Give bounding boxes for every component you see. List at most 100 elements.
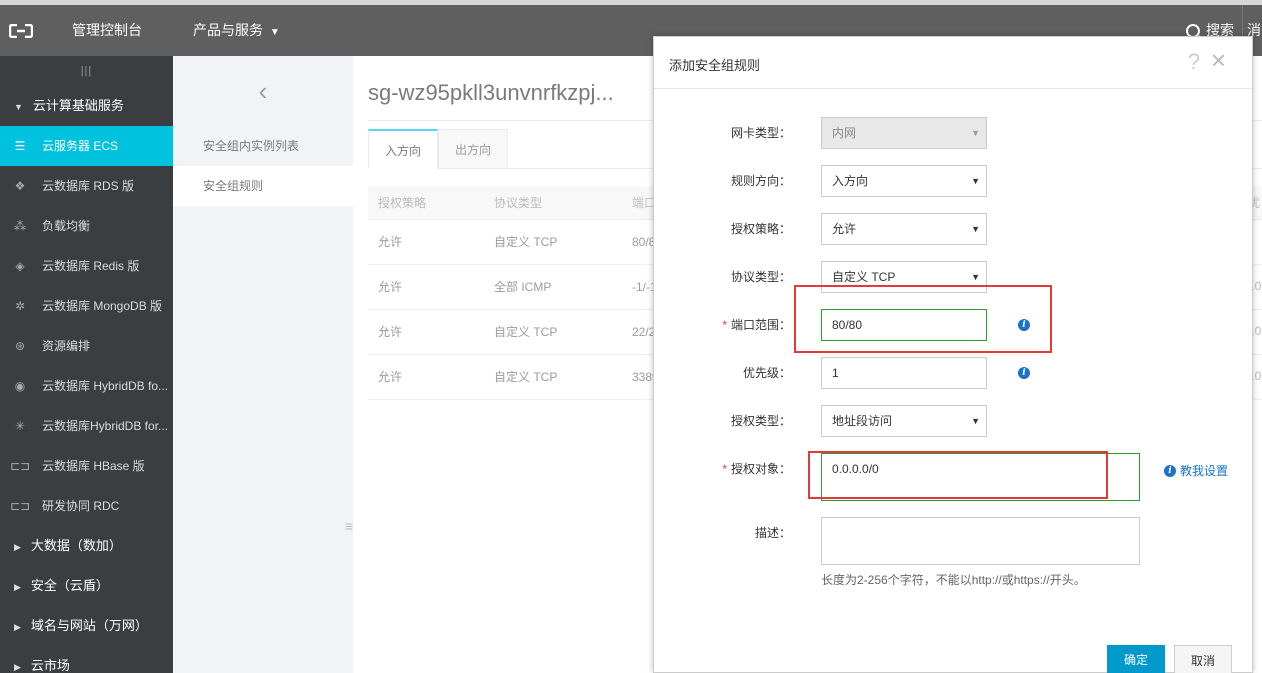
- sidebar-item-hybriddb-1[interactable]: ◉ 云数据库 HybridDB fo...: [0, 366, 173, 406]
- direction-select[interactable]: 入方向 ▼: [821, 165, 987, 197]
- add-rule-dialog: 添加安全组规则 ? × 网卡类型： 内网 ▼ 规则方向： 入方向 ▼ 授权策略：…: [653, 36, 1253, 673]
- dialog-title: 添加安全组规则: [669, 58, 761, 73]
- sidebar-item-label: 云服务器 ECS: [42, 139, 119, 153]
- eye-icon: ◉: [14, 379, 26, 393]
- sidebar-item-rds[interactable]: ❖ 云数据库 RDS 版: [0, 166, 173, 206]
- products-menu[interactable]: 产品与服务 ▼: [193, 5, 280, 56]
- console-link[interactable]: 管理控制台: [72, 5, 142, 56]
- sidebar-group-cloud-basic[interactable]: ▼ 云计算基础服务: [0, 86, 173, 126]
- sidebar-group-bigdata[interactable]: ▶ 大数据（数加）: [0, 526, 173, 566]
- field-label-text: 授权对象：: [730, 462, 791, 476]
- sidebar-group-market[interactable]: ▶ 云市场: [0, 646, 173, 673]
- mongodb-icon: ✲: [14, 299, 26, 313]
- sidebar-item-label: 云数据库 RDS 版: [42, 179, 135, 193]
- sidebar-item-slb[interactable]: ⁂ 负载均衡: [0, 206, 173, 246]
- teach-me-label: 教我设置: [1180, 464, 1229, 478]
- help-icon[interactable]: ?: [1188, 49, 1200, 75]
- info-icon[interactable]: i: [1018, 367, 1030, 379]
- form-row-nic: 网卡类型： 内网 ▼: [654, 117, 1254, 149]
- nic-type-select: 内网 ▼: [821, 117, 987, 149]
- select-value: 自定义 TCP: [832, 270, 896, 284]
- orchestration-icon: ⊛: [14, 339, 26, 353]
- select-value: 允许: [832, 222, 857, 236]
- form-row-policy: 授权策略： 允许 ▼: [654, 213, 1254, 245]
- field-label: 授权策略：: [730, 222, 791, 236]
- sidebar-item-label: 云数据库HybridDB for...: [42, 419, 169, 433]
- sidebar-group-label: 域名与网站（万网）: [30, 618, 148, 633]
- sidebar-item-mongodb[interactable]: ✲ 云数据库 MongoDB 版: [0, 286, 173, 326]
- caret-down-icon: ▼: [14, 102, 23, 112]
- sidebar-item-label: 资源编排: [42, 339, 91, 353]
- sidebar-item-hbase[interactable]: ⊏⊐ 云数据库 HBase 版: [0, 446, 173, 486]
- policy-select[interactable]: 允许 ▼: [821, 213, 987, 245]
- sidebar-group-label: 云市场: [30, 658, 70, 673]
- sidebar-group-label: 云计算基础服务: [32, 98, 124, 113]
- dialog-header: 添加安全组规则 ? ×: [654, 37, 1252, 89]
- form-row-priority: 优先级： 1 i: [654, 357, 1254, 389]
- select-value: 入方向: [832, 174, 869, 188]
- field-label: 规则方向：: [730, 174, 791, 188]
- info-icon: i: [1164, 464, 1176, 477]
- description-textarea[interactable]: [821, 517, 1140, 565]
- confirm-button[interactable]: 确定: [1107, 645, 1165, 673]
- caret-down-icon: ▼: [971, 224, 980, 234]
- sidebar-item-label: 研发协同 RDC: [42, 499, 120, 513]
- caret-down-icon: ▼: [971, 176, 980, 186]
- field-label: 描述：: [754, 526, 791, 540]
- sidebar-item-label: 云数据库 HBase 版: [42, 459, 145, 473]
- required-mark: *: [722, 318, 727, 332]
- select-value: 内网: [832, 126, 857, 140]
- priority-input[interactable]: 1: [821, 357, 987, 389]
- redis-icon: ◈: [15, 259, 25, 273]
- sidebar-item-ros[interactable]: ⊛ 资源编排: [0, 326, 173, 366]
- sidebar-group-security[interactable]: ▶ 安全（云盾）: [0, 566, 173, 606]
- sidebar-item-label: 云数据库 HybridDB fo...: [42, 379, 169, 393]
- caret-right-icon: ▶: [14, 542, 21, 552]
- teach-me-link[interactable]: i 教我设置: [1164, 462, 1228, 479]
- sidebar-group-domain[interactable]: ▶ 域名与网站（万网）: [0, 606, 173, 646]
- network-icon: ✳: [14, 419, 26, 433]
- form-row-desc: 描述：: [654, 517, 1254, 565]
- sidebar-item-label: 负载均衡: [42, 219, 91, 233]
- cancel-button[interactable]: 取消: [1174, 645, 1232, 673]
- caret-right-icon: ▶: [14, 662, 21, 672]
- field-label: * 端口范围：: [722, 309, 791, 341]
- load-balance-icon: ⁂: [14, 219, 26, 233]
- field-label-text: 端口范围：: [730, 318, 791, 332]
- left-sidebar: ||| ▼ 云计算基础服务 ☰ 云服务器 ECS ❖ 云数据库 RDS 版 ⁂ 负载均衡…: [0, 56, 173, 673]
- sidebar-collapse-toggle[interactable]: |||: [0, 56, 173, 86]
- caret-down-icon: ▼: [269, 27, 280, 38]
- sidebar-item-label: 云数据库 MongoDB 版: [42, 299, 163, 313]
- sidebar-item-redis[interactable]: ◈ 云数据库 Redis 版: [0, 246, 173, 286]
- rdc-icon: ⊏⊐: [9, 499, 31, 513]
- database-icon: ❖: [14, 179, 26, 193]
- auth-type-select[interactable]: 地址段访问 ▼: [821, 405, 987, 437]
- field-label: * 授权对象：: [722, 453, 791, 485]
- caret-down-icon: ▼: [971, 128, 980, 138]
- sidebar-item-ecs[interactable]: ☰ 云服务器 ECS: [0, 126, 173, 166]
- caret-down-icon: ▼: [971, 416, 980, 426]
- sidebar-group-label: 大数据（数加）: [30, 538, 122, 553]
- server-icon: ☰: [14, 139, 26, 153]
- hbase-icon: ⊏⊐: [9, 459, 31, 473]
- field-label: 网卡类型：: [730, 126, 791, 140]
- description-hint: 长度为2-256个字符，不能以http://或https://开头。: [821, 573, 1086, 587]
- sidebar-item-rdc[interactable]: ⊏⊐ 研发协同 RDC: [0, 486, 173, 526]
- form-row-direction: 规则方向： 入方向 ▼: [654, 165, 1254, 197]
- aliyun-logo-icon[interactable]: [0, 5, 42, 56]
- annotation-highlight-box: [808, 451, 1108, 499]
- sidebar-item-label: 云数据库 Redis 版: [42, 259, 140, 273]
- caret-right-icon: ▶: [14, 582, 21, 592]
- caret-right-icon: ▶: [14, 622, 21, 632]
- close-icon[interactable]: ×: [1211, 47, 1226, 73]
- annotation-highlight-box: [794, 285, 1052, 353]
- field-label: 协议类型：: [730, 270, 791, 284]
- products-menu-label: 产品与服务: [193, 22, 263, 38]
- sidebar-group-label: 安全（云盾）: [30, 578, 109, 593]
- form-row-authtype: 授权类型： 地址段访问 ▼: [654, 405, 1254, 437]
- select-value: 地址段访问: [832, 414, 893, 428]
- required-mark: *: [722, 462, 727, 476]
- field-label: 优先级：: [742, 366, 791, 380]
- sidebar-item-hybriddb-2[interactable]: ✳ 云数据库HybridDB for...: [0, 406, 173, 446]
- field-label: 授权类型：: [730, 414, 791, 428]
